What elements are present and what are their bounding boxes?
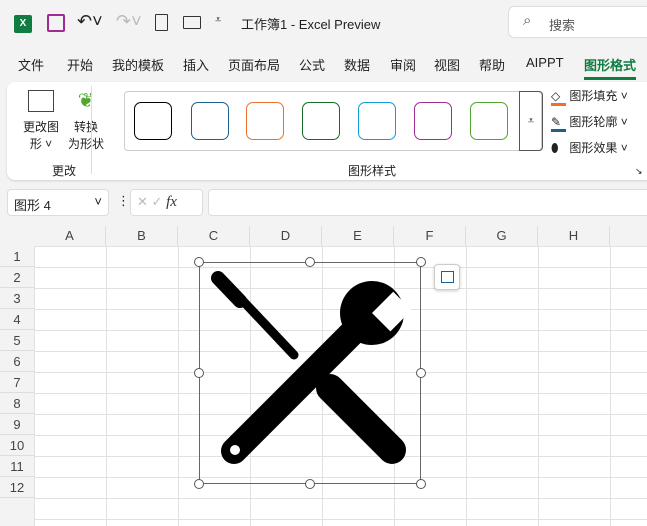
selected-shape-tools-icon[interactable] (194, 257, 426, 489)
more-icon[interactable]: ⋮ (117, 193, 130, 209)
undo-icon[interactable]: ↶˅ (77, 11, 103, 32)
column-header[interactable]: C (178, 226, 250, 246)
search-placeholder: 搜索 (549, 18, 576, 33)
resize-handle[interactable] (416, 479, 426, 489)
tab-review[interactable]: 审阅 (390, 55, 416, 74)
effects-icon: ⬮ (551, 141, 559, 155)
dialog-launcher-icon[interactable]: ↘ (635, 166, 643, 177)
shape-fill-button[interactable]: ◇ 图形填充 ˅ (551, 87, 628, 106)
column-header[interactable]: B (106, 226, 178, 246)
group-change-label: 更改 (52, 164, 77, 178)
row-header[interactable]: 9 (0, 414, 34, 435)
style-swatch[interactable] (414, 102, 452, 140)
resize-handle[interactable] (416, 368, 426, 378)
style-swatch[interactable] (134, 102, 172, 140)
insert-function-button[interactable]: fx (166, 194, 177, 210)
convert-label2: 为形状 (67, 137, 104, 151)
tab-formulas[interactable]: 公式 (299, 55, 325, 74)
column-header[interactable]: D (250, 226, 322, 246)
group-styles-label: 图形样式 (348, 164, 397, 178)
pen-icon: ✎ (551, 115, 566, 132)
resize-handle[interactable] (305, 257, 315, 267)
row-header[interactable]: 1 (0, 246, 34, 267)
convert-to-shape-button[interactable]: ❦ 转换 为形状 (66, 88, 106, 152)
convert-icon: ❦ (77, 90, 95, 112)
row-header[interactable]: 8 (0, 393, 34, 414)
gallery-more-button[interactable]: ⩡ (519, 91, 543, 151)
resize-handle[interactable] (305, 479, 315, 489)
paint-bucket-icon: ◇ (551, 89, 566, 106)
tab-page-layout[interactable]: 页面布局 (228, 55, 280, 74)
customize-qat-icon[interactable]: ⩡ (215, 14, 221, 27)
shape-effects-button[interactable]: ⬮ 图形效果 ˅ (551, 139, 628, 156)
tab-home[interactable]: 开始 (67, 55, 93, 74)
excel-logo-icon: X (14, 15, 32, 33)
change-shape-label: 更改图 (22, 120, 59, 134)
convert-label: 转换 (73, 120, 98, 134)
change-shape-button[interactable]: 更改图 形 ˅ (20, 88, 62, 152)
row-header[interactable]: 12 (0, 477, 34, 498)
save-icon[interactable] (47, 14, 65, 32)
style-swatch[interactable] (358, 102, 396, 140)
search-icon: ⌕ (523, 12, 532, 29)
formula-input[interactable] (208, 189, 647, 216)
name-box[interactable]: 图形 4 ˅ (7, 189, 109, 216)
row-header[interactable]: 2 (0, 267, 34, 288)
tab-view[interactable]: 视图 (434, 55, 460, 74)
resize-handle[interactable] (194, 257, 204, 267)
row-header[interactable]: 7 (0, 372, 34, 393)
enter-icon[interactable]: ✓ (152, 194, 163, 209)
search-input[interactable]: ⌕ 搜索 (508, 6, 647, 38)
cancel-icon[interactable]: ✕ (137, 194, 148, 209)
style-swatch[interactable] (302, 102, 340, 140)
row-header[interactable]: 11 (0, 456, 34, 477)
tab-data[interactable]: 数据 (344, 55, 370, 74)
change-shape-label2: 形 ˅ (29, 137, 53, 151)
column-header[interactable]: E (322, 226, 394, 246)
layout-options-button[interactable] (434, 264, 460, 290)
tools-icon (211, 271, 412, 464)
column-header[interactable]: G (466, 226, 538, 246)
open-folder-icon[interactable] (183, 16, 201, 29)
column-header[interactable]: F (394, 226, 466, 246)
row-header[interactable]: 10 (0, 435, 34, 456)
tab-templates[interactable]: 我的模板 (112, 55, 164, 74)
resize-handle[interactable] (416, 257, 426, 267)
chevron-down-icon: ˅ (94, 194, 102, 209)
redo-icon: ↷˅ (116, 11, 142, 31)
change-picture-icon (28, 90, 54, 112)
new-file-icon[interactable] (155, 14, 168, 31)
resize-handle[interactable] (194, 479, 204, 489)
row-header[interactable]: 5 (0, 330, 34, 351)
tab-file[interactable]: 文件 (18, 55, 44, 74)
tab-aippt[interactable]: AIPPT (526, 55, 564, 70)
shape-outline-button[interactable]: ✎ 图形轮廓 ˅ (551, 113, 628, 132)
row-header[interactable]: 4 (0, 309, 34, 330)
window-title: 工作簿1 - Excel Preview (241, 17, 381, 32)
resize-handle[interactable] (194, 368, 204, 378)
row-header[interactable]: 3 (0, 288, 34, 309)
row-header[interactable]: 6 (0, 351, 34, 372)
shape-styles-gallery: ⩡ (124, 91, 543, 151)
style-swatch[interactable] (470, 102, 508, 140)
formula-buttons: ✕ ✓ fx (130, 189, 203, 216)
style-swatch[interactable] (191, 102, 229, 140)
tab-help[interactable]: 帮助 (479, 55, 505, 74)
tab-shape-format[interactable]: 图形格式 (584, 55, 637, 80)
picture-icon (441, 271, 454, 283)
column-header[interactable]: H (538, 226, 610, 246)
style-swatch[interactable] (246, 102, 284, 140)
column-header[interactable]: A (34, 226, 106, 246)
tab-insert[interactable]: 插入 (183, 55, 209, 74)
